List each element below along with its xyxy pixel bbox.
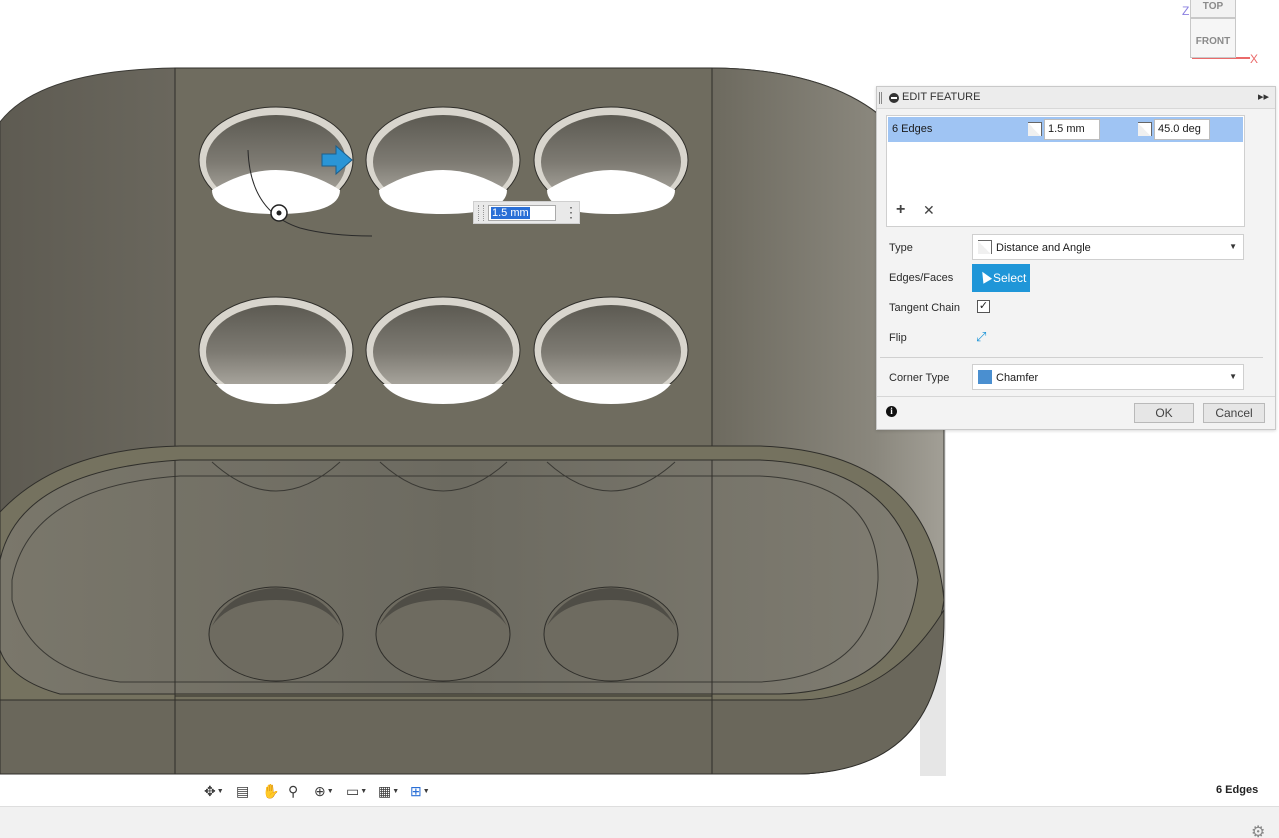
gear-icon[interactable]: ⚙ — [1251, 822, 1265, 838]
fusion-app: TOP FRONT Z X 1.5 mm ⋮ EDIT FEATURE ▸▸ 6… — [0, 0, 1279, 838]
distance-input-widget[interactable]: 1.5 mm ⋮ — [473, 201, 580, 224]
look-at-icon[interactable]: ▤ — [236, 781, 249, 801]
view-cube-front[interactable]: FRONT — [1190, 18, 1236, 58]
edit-feature-panel: EDIT FEATURE ▸▸ 6 Edges 1.5 mm 45.0 deg … — [876, 86, 1276, 430]
pan-icon[interactable]: ✋ — [262, 781, 279, 801]
drag-grip-icon[interactable] — [478, 205, 484, 221]
lower-holes — [208, 586, 679, 682]
cursor-icon — [977, 269, 993, 284]
select-edges-button[interactable]: Select — [972, 264, 1030, 292]
select-button-label: Select — [993, 271, 1027, 285]
hole-row-2 — [198, 296, 689, 404]
panel-header[interactable]: EDIT FEATURE ▸▸ — [877, 87, 1275, 109]
collapse-icon[interactable] — [889, 93, 899, 103]
edges-faces-label: Edges/Faces — [889, 272, 954, 284]
ok-button[interactable]: OK — [1134, 403, 1194, 423]
more-options-icon[interactable]: ⋮ — [564, 204, 578, 221]
expand-panel-icon[interactable]: ▸▸ — [1258, 90, 1269, 103]
remove-selection-icon[interactable]: ✕ — [923, 202, 935, 219]
cancel-button[interactable]: Cancel — [1203, 403, 1265, 423]
corner-type-dropdown[interactable]: Chamfer ▼ — [972, 364, 1244, 390]
view-cube[interactable]: TOP FRONT Z X — [1180, 0, 1260, 70]
panel-divider — [880, 357, 1263, 358]
type-dropdown-value: Distance and Angle — [996, 242, 1091, 254]
edge-selection-list: 6 Edges 1.5 mm 45.0 deg + ✕ — [886, 115, 1245, 227]
corner-type-label: Corner Type — [889, 372, 950, 384]
fit-icon[interactable]: ⊕▼ — [314, 781, 334, 801]
navigation-toolbar: ✥▼ ▤ ✋ ⚲ ⊕▼ ▭▼ ▦▼ ⊞▼ — [200, 779, 438, 803]
add-selection-icon[interactable]: + — [896, 201, 905, 219]
panel-drag-icon[interactable] — [879, 92, 882, 104]
status-bar — [0, 806, 1279, 838]
tangent-chain-label: Tangent Chain — [889, 302, 960, 314]
display-settings-icon[interactable]: ▭▼ — [346, 781, 367, 801]
zoom-icon[interactable]: ⚲ — [288, 781, 298, 801]
distance-input-value: 1.5 mm — [491, 207, 530, 219]
panel-footer-divider — [877, 396, 1275, 397]
flip-label: Flip — [889, 332, 907, 344]
hole-row-1 — [198, 106, 689, 214]
panel-title: EDIT FEATURE — [902, 91, 981, 103]
tangent-chain-checkbox[interactable]: ✓ — [977, 300, 990, 313]
type-dropdown[interactable]: Distance and Angle ▼ — [972, 234, 1244, 260]
distance-field[interactable]: 1.5 mm — [1044, 119, 1100, 140]
selection-status: 6 Edges — [1216, 784, 1259, 796]
angle-type-icon — [1138, 122, 1152, 136]
viewports-icon[interactable]: ⊞▼ — [410, 781, 430, 801]
corner-type-value: Chamfer — [996, 372, 1039, 384]
chamfer-corner-icon — [978, 370, 992, 384]
distance-angle-icon — [978, 240, 992, 254]
angle-field[interactable]: 45.0 deg — [1154, 119, 1210, 140]
distance-type-icon — [1028, 122, 1042, 136]
flip-icon[interactable]: ⤢ — [976, 330, 990, 344]
x-axis-label: X — [1250, 52, 1259, 66]
orbit-icon[interactable]: ✥▼ — [204, 781, 224, 801]
z-axis-label: Z — [1182, 4, 1190, 18]
view-cube-top[interactable]: TOP — [1190, 0, 1236, 18]
chevron-down-icon: ▼ — [1229, 372, 1237, 381]
chevron-down-icon: ▼ — [1229, 242, 1237, 251]
type-label: Type — [889, 242, 913, 254]
info-icon[interactable]: i — [886, 406, 897, 417]
edge-count-label: 6 Edges — [892, 123, 933, 135]
edge-selection-row[interactable]: 6 Edges 1.5 mm 45.0 deg — [888, 117, 1243, 142]
grid-icon[interactable]: ▦▼ — [378, 781, 399, 801]
